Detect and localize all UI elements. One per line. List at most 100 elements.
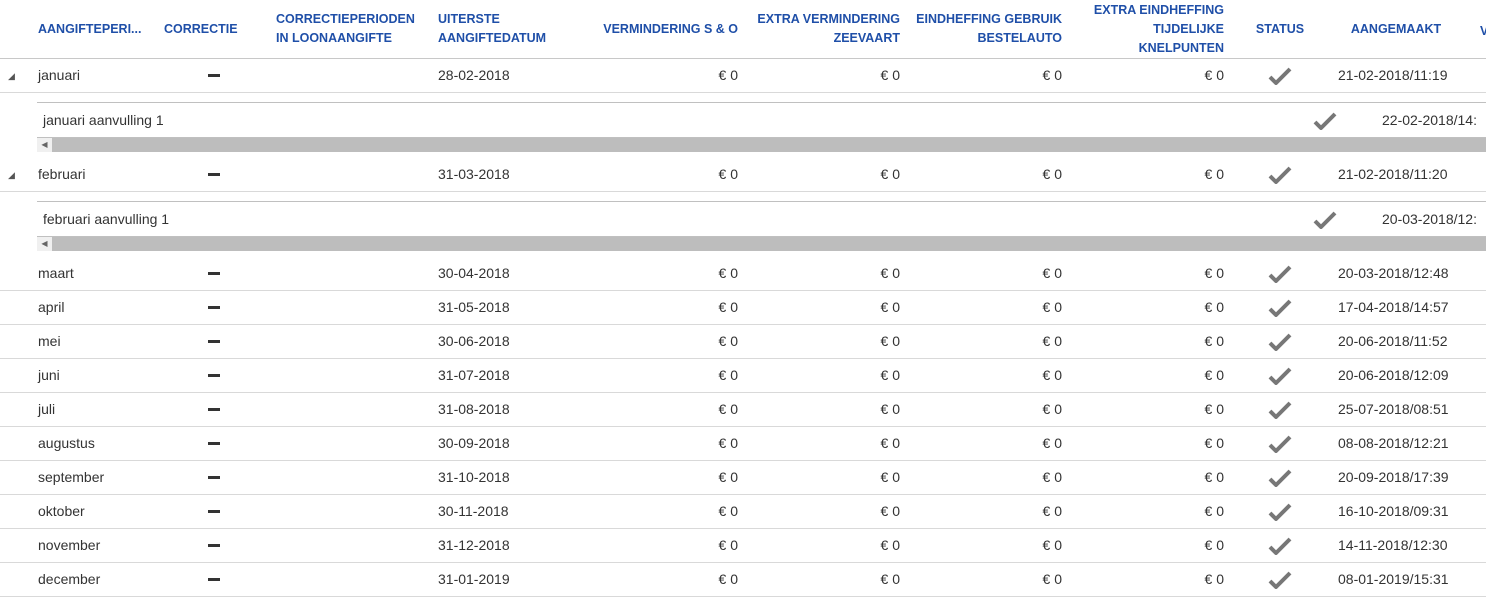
- col-header-correctie[interactable]: CORRECTIE: [164, 0, 254, 58]
- zeevaart-cell: € 0: [880, 401, 900, 417]
- col-header-knelpunten[interactable]: EXTRA EINDHEFFING TIJDELIJKE KNELPUNTEN: [1072, 0, 1224, 58]
- vermindering-cell: € 0: [718, 469, 738, 485]
- bestelauto-cell: € 0: [1042, 571, 1062, 587]
- dash-icon: [208, 442, 220, 445]
- aangemaakt-cell: 17-04-2018/14:57: [1338, 299, 1449, 315]
- vermindering-cell: € 0: [718, 537, 738, 553]
- vermindering-cell: € 0: [718, 265, 738, 281]
- collapse-triangle-icon[interactable]: ◢: [8, 71, 15, 82]
- knelpunten-cell: € 0: [1204, 503, 1224, 519]
- dash-icon: [208, 578, 220, 581]
- bestelauto-cell: € 0: [1042, 333, 1062, 349]
- knelpunten-cell: € 0: [1204, 67, 1224, 83]
- checkmark-icon: [1268, 503, 1292, 521]
- table-row[interactable]: ◢ februari 31-03-2018 € 0 € 0 € 0 € 0 21-02-201…: [0, 157, 1486, 192]
- bestelauto-cell: € 0: [1042, 67, 1062, 83]
- table-row[interactable]: september 31-10-2018 € 0 € 0 € 0 € 0 20-09-201…: [0, 460, 1486, 495]
- bestelauto-cell: € 0: [1042, 537, 1062, 553]
- bestelauto-cell: € 0: [1042, 367, 1062, 383]
- dash-icon: [208, 408, 220, 411]
- checkmark-icon: [1268, 265, 1292, 283]
- col-header-bestelauto[interactable]: EINDHEFFING GEBRUIK BESTELAUTO: [910, 0, 1062, 58]
- bestelauto-cell: € 0: [1042, 401, 1062, 417]
- period-cell: november: [38, 537, 101, 553]
- aangemaakt-cell: 21-02-2018/11:19: [1338, 67, 1448, 83]
- knelpunten-cell: € 0: [1204, 265, 1224, 281]
- table-row[interactable]: november 31-12-2018 € 0 € 0 € 0 € 0 14-11-2018…: [0, 528, 1486, 563]
- bestelauto-cell: € 0: [1042, 299, 1062, 315]
- checkmark-icon: [1268, 401, 1292, 419]
- col-header-period[interactable]: AANGIFTEPERI...: [38, 0, 168, 58]
- dash-icon: [208, 476, 220, 479]
- checkmark-icon: [1268, 537, 1292, 555]
- collapse-triangle-icon[interactable]: ◢: [8, 170, 15, 181]
- dash-icon: [208, 173, 220, 176]
- table-row[interactable]: ◢ januari 28-02-2018 € 0 € 0 € 0 € 0 21-02-2018…: [0, 58, 1486, 93]
- checkmark-icon: [1268, 299, 1292, 317]
- bestelauto-cell: € 0: [1042, 503, 1062, 519]
- uiterste-cell: 30-09-2018: [438, 435, 510, 451]
- period-cell: maart: [38, 265, 74, 281]
- col-header-vermindering[interactable]: VERMINDERING S & O: [586, 0, 738, 58]
- detail-label: januari aanvulling 1: [43, 112, 164, 128]
- checkmark-icon: [1268, 435, 1292, 453]
- col-header-uiterste[interactable]: UITERSTE AANGIFTEDATUM: [438, 0, 568, 58]
- detail-row[interactable]: februari aanvulling 1 20-03-2018/12:: [37, 201, 1486, 237]
- checkmark-icon: [1268, 166, 1292, 184]
- aangemaakt-cell: 21-02-2018/11:20: [1338, 166, 1448, 182]
- uiterste-cell: 31-01-2019: [438, 571, 510, 587]
- period-cell: oktober: [38, 503, 85, 519]
- table-row[interactable]: december 31-01-2019 € 0 € 0 € 0 € 0 08-01-2019…: [0, 562, 1486, 597]
- horizontal-scrollbar[interactable]: ◀: [37, 237, 1486, 251]
- checkmark-icon: [1268, 469, 1292, 487]
- uiterste-cell: 30-06-2018: [438, 333, 510, 349]
- uiterste-cell: 31-03-2018: [438, 166, 510, 182]
- zeevaart-cell: € 0: [880, 571, 900, 587]
- knelpunten-cell: € 0: [1204, 571, 1224, 587]
- col-header-status[interactable]: STATUS: [1244, 0, 1316, 58]
- period-cell: september: [38, 469, 105, 485]
- vermindering-cell: € 0: [718, 503, 738, 519]
- detail-row[interactable]: januari aanvulling 1 22-02-2018/14:: [37, 102, 1486, 138]
- table-row[interactable]: mei 30-06-2018 € 0 € 0 € 0 € 0 20-06-2018/11:5…: [0, 324, 1486, 359]
- knelpunten-cell: € 0: [1204, 537, 1224, 553]
- table-row[interactable]: maart 30-04-2018 € 0 € 0 € 0 € 0 20-03-2018/12…: [0, 256, 1486, 291]
- col-header-extra[interactable]: V: [1480, 24, 1486, 38]
- checkmark-icon: [1313, 112, 1337, 130]
- aangemaakt-cell: 16-10-2018/09:31: [1338, 503, 1449, 519]
- dash-icon: [208, 510, 220, 513]
- horizontal-scrollbar[interactable]: ◀: [37, 138, 1486, 152]
- table-row[interactable]: juli 31-08-2018 € 0 € 0 € 0 € 0 25-07-2018/08:…: [0, 392, 1486, 427]
- detail-label: februari aanvulling 1: [43, 211, 170, 227]
- detail-aangemaakt: 20-03-2018/12:: [1382, 211, 1477, 227]
- table-row[interactable]: juni 31-07-2018 € 0 € 0 € 0 € 0 20-06-2018/12:…: [0, 358, 1486, 393]
- table-row[interactable]: augustus 30-09-2018 € 0 € 0 € 0 € 0 08-08-2018…: [0, 426, 1486, 461]
- table-row[interactable]: oktober 30-11-2018 € 0 € 0 € 0 € 0 16-10-2018/…: [0, 494, 1486, 529]
- uiterste-cell: 31-12-2018: [438, 537, 510, 553]
- vermindering-cell: € 0: [718, 333, 738, 349]
- zeevaart-cell: € 0: [880, 299, 900, 315]
- detail-panel: januari aanvulling 1 22-02-2018/14: ◀: [0, 92, 1486, 157]
- dash-icon: [208, 74, 220, 77]
- period-cell: mei: [38, 333, 61, 349]
- checkmark-icon: [1268, 571, 1292, 589]
- scroll-left-arrow-icon[interactable]: ◀: [37, 237, 52, 251]
- zeevaart-cell: € 0: [880, 435, 900, 451]
- vermindering-cell: € 0: [718, 299, 738, 315]
- zeevaart-cell: € 0: [880, 503, 900, 519]
- period-cell: april: [38, 299, 65, 315]
- knelpunten-cell: € 0: [1204, 166, 1224, 182]
- aangemaakt-cell: 20-09-2018/17:39: [1338, 469, 1449, 485]
- period-cell: juli: [38, 401, 56, 417]
- uiterste-cell: 30-04-2018: [438, 265, 510, 281]
- col-header-zeevaart[interactable]: EXTRA VERMINDERING ZEEVAART: [748, 0, 900, 58]
- vermindering-cell: € 0: [718, 67, 738, 83]
- knelpunten-cell: € 0: [1204, 299, 1224, 315]
- uiterste-cell: 31-07-2018: [438, 367, 510, 383]
- col-header-correctieperioden[interactable]: CORRECTIEPERIODEN IN LOONAANGIFTE: [276, 0, 426, 58]
- aangemaakt-cell: 08-08-2018/12:21: [1338, 435, 1449, 451]
- scroll-left-arrow-icon[interactable]: ◀: [37, 138, 52, 152]
- col-header-aangemaakt[interactable]: AANGEMAAKT: [1336, 0, 1456, 58]
- uiterste-cell: 30-11-2018: [438, 503, 509, 519]
- table-row[interactable]: april 31-05-2018 € 0 € 0 € 0 € 0 17-04-2018/14…: [0, 290, 1486, 325]
